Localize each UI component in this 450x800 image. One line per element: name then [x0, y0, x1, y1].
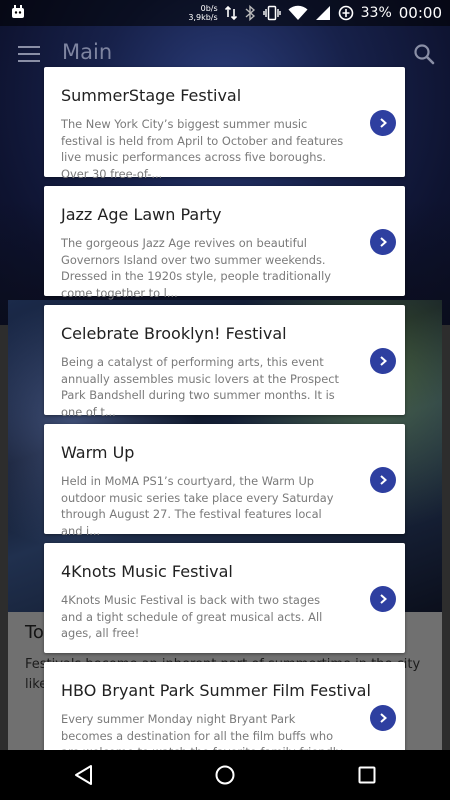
festival-description: 4Knots Music Festival is back with two s…: [61, 593, 323, 640]
festival-description: The New York City’s biggest summer music…: [61, 117, 344, 181]
cell-signal-icon: [315, 6, 330, 20]
vibrate-icon: [262, 5, 281, 21]
chevron-right-icon[interactable]: [370, 705, 396, 731]
wifi-icon: [288, 5, 308, 20]
back-icon[interactable]: [72, 764, 96, 786]
page-title: Main: [62, 40, 113, 64]
data-transfer-icon: [224, 5, 237, 21]
festival-description: Held in MoMA PS1’s courtyard, the Warm U…: [61, 474, 334, 538]
festival-title: Jazz Age Lawn Party: [61, 205, 222, 224]
festival-title: HBO Bryant Park Summer Film Festival: [61, 681, 371, 700]
search-icon[interactable]: [412, 42, 436, 66]
festival-description: Being a catalyst of performing arts, thi…: [61, 355, 339, 419]
festival-title: 4Knots Music Festival: [61, 562, 233, 581]
android-notification-icon: [12, 5, 24, 18]
chevron-right-icon[interactable]: [370, 586, 396, 612]
network-speed: 0b/s 3,9kb/s: [188, 4, 218, 22]
chevron-right-icon[interactable]: [370, 110, 396, 136]
menu-icon[interactable]: [18, 46, 40, 62]
festival-title: SummerStage Festival: [61, 86, 242, 105]
background-card-title: To: [25, 622, 44, 643]
navigation-bar: [0, 750, 450, 800]
chevron-right-icon[interactable]: [370, 467, 396, 493]
festival-card-celebrate-brooklyn[interactable]: Celebrate Brooklyn! Festival Being a cat…: [44, 305, 405, 419]
festival-card-4knots[interactable]: 4Knots Music Festival 4Knots Music Festi…: [44, 543, 405, 653]
battery-percent: 33%: [360, 5, 392, 21]
chevron-right-icon[interactable]: [370, 229, 396, 255]
clock: 00:00: [398, 4, 442, 22]
bluetooth-icon: [245, 5, 255, 21]
festival-card-warm-up[interactable]: Warm Up Held in MoMA PS1’s courtyard, th…: [44, 424, 405, 538]
data-saver-icon: [338, 5, 353, 21]
festival-card-summerstage[interactable]: SummerStage Festival The New York City’s…: [44, 67, 405, 181]
festival-card-jazz-age[interactable]: Jazz Age Lawn Party The gorgeous Jazz Ag…: [44, 186, 405, 300]
festival-title: Celebrate Brooklyn! Festival: [61, 324, 287, 343]
chevron-right-icon[interactable]: [370, 348, 396, 374]
recents-icon[interactable]: [355, 764, 379, 786]
status-bar: 0b/s 3,9kb/s 33% 00:00: [0, 0, 450, 26]
festival-title: Warm Up: [61, 443, 135, 462]
home-icon[interactable]: [213, 764, 237, 786]
festival-description: The gorgeous Jazz Age revives on beautif…: [61, 236, 331, 300]
